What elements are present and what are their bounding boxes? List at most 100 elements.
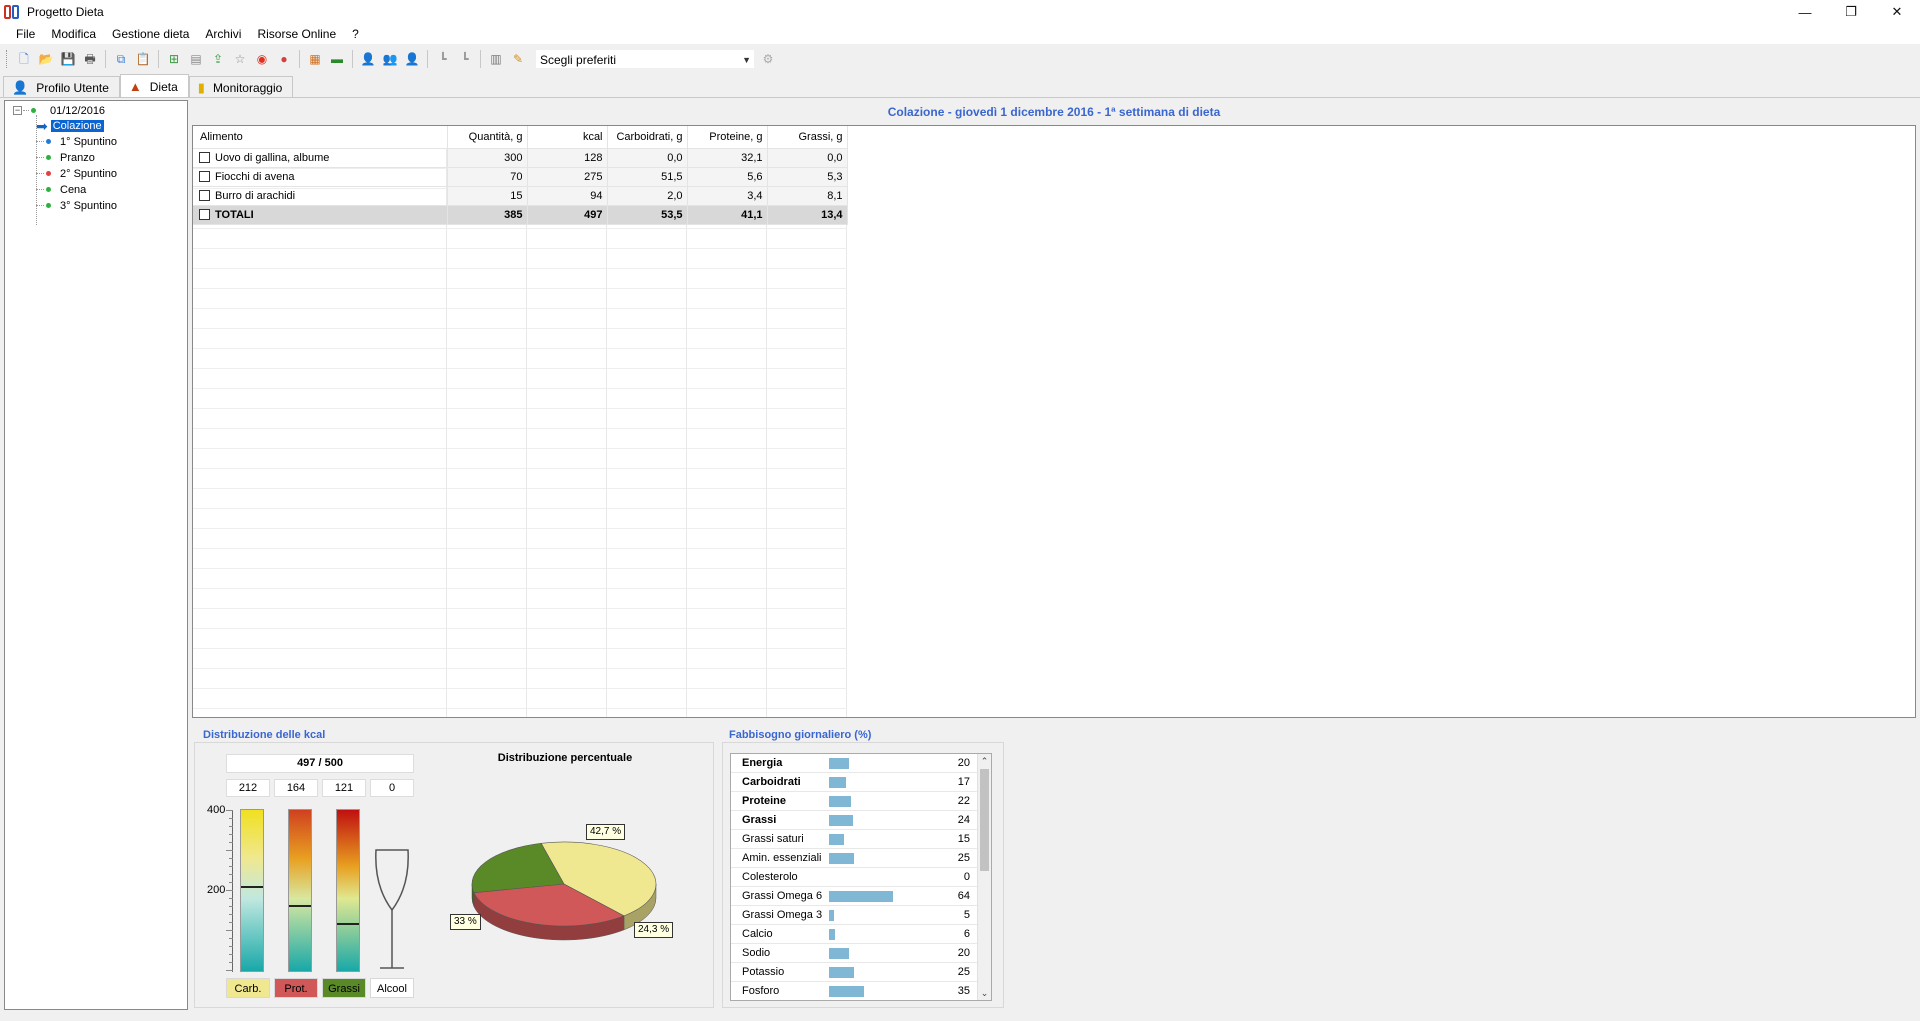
nutrient-row[interactable]: Amin. essenziali 25 [731,849,979,868]
fabbisogno-list[interactable]: ⌃ ⌄ Energia 20 Carboidrati 17 Proteine 22 Gras… [730,753,992,1001]
table-icon[interactable]: ▦ [306,50,324,68]
target-icon[interactable]: ◉ [253,50,271,68]
nutrient-value: 6 [963,928,970,940]
pie-label-prot: 33 % [450,914,481,930]
nutrient-row[interactable]: Fosforo 35 [731,982,979,1000]
scrollbar[interactable]: ⌃ ⌄ [977,754,991,1000]
column-header-kcal[interactable]: kcal [527,126,608,149]
table-row[interactable]: Fiocchi di avena 70 275 51,5 5,6 5,3 [193,167,848,187]
scroll-up-icon[interactable]: ⌃ [978,754,991,768]
open-folder-icon[interactable]: 📂 [37,50,55,68]
favorites-select[interactable]: Scegli preferiti ▼ [535,49,755,69]
pie-label-grassi: 24,3 % [634,922,674,938]
dropdown-arrow-icon[interactable]: ▼ [742,50,751,70]
tool2-icon[interactable]: ┗ [456,50,474,68]
nutrient-bar [829,986,864,997]
tree-item-3-spuntino[interactable]: 3° Spuntino [36,198,117,213]
carb-bar [240,809,264,972]
nutrient-row[interactable]: Grassi saturi 15 [731,830,979,849]
edit-icon[interactable]: ✎ [509,50,527,68]
tab-monitoraggio[interactable]: ▮ Monitoraggio [188,76,294,98]
menu-help[interactable]: ? [344,24,367,44]
tree-item-1-spuntino[interactable]: 1° Spuntino [36,134,117,149]
meal-header: Colazione - giovedì 1 dicembre 2016 - 1ª… [887,105,1221,119]
print-icon[interactable]: 🖶 [81,50,99,68]
column-header-grassi[interactable]: Grassi, g [767,126,848,149]
nutrient-row[interactable]: Energia 20 [731,754,979,773]
menu-bar: File Modifica Gestione dieta Archivi Ris… [0,24,1920,44]
menu-modifica[interactable]: Modifica [43,24,104,44]
nutrient-row[interactable]: Carboidrati 17 [731,773,979,792]
add-food-icon[interactable]: ⊞ [165,50,183,68]
favorites-go-icon[interactable]: ⚙ [759,50,777,68]
table-row[interactable]: Uovo di gallina, albume 300 128 0,0 32,1… [193,148,848,168]
nutrient-name: Fosforo [742,985,780,997]
user-icon[interactable]: 👤 [359,50,377,68]
bars-icon[interactable]: ▬ [328,50,346,68]
users-icon[interactable]: 👥 [381,50,399,68]
column-header-carboidrati[interactable]: Carboidrati, g [607,126,688,149]
tree-item-2-spuntino[interactable]: 2° Spuntino [36,166,117,181]
nutrient-row[interactable]: Grassi 24 [731,811,979,830]
menu-risorse-online[interactable]: Risorse Online [249,24,344,44]
column-header-quantita[interactable]: Quantità, g [447,126,528,149]
menu-file[interactable]: File [8,24,43,44]
user-profile-icon: 👤 [12,79,29,95]
menu-archivi[interactable]: Archivi [197,24,249,44]
cell-carboidrati: 51,5 [607,167,688,187]
food-grid[interactable]: Alimento Quantità, g kcal Carboidrati, g… [192,125,1916,718]
favorite-icon[interactable]: ☆ [231,50,249,68]
row-checkbox[interactable] [199,190,210,202]
tree-collapse-icon[interactable]: − [13,106,22,115]
save-icon[interactable]: 💾 [59,50,77,68]
scroll-down-icon[interactable]: ⌄ [978,986,991,1000]
tab-dieta[interactable]: ▲ Dieta [119,74,189,98]
prot-bar [288,809,312,972]
user-gray-icon[interactable]: 👤 [403,50,421,68]
tree-item-cena[interactable]: Cena [36,182,86,197]
app-logo-icon [3,3,21,21]
tree-item-pranzo[interactable]: Pranzo [36,150,95,165]
tree-item-colazione[interactable]: ➡ Colazione [36,118,104,133]
toolbar-grip[interactable] [6,50,9,68]
nutrient-row[interactable]: Potassio 25 [731,963,979,982]
new-file-icon[interactable]: 🗋 [15,50,33,68]
nutrient-row[interactable]: Grassi Omega 6 64 [731,887,979,906]
export-icon[interactable]: ⇪ [209,50,227,68]
row-checkbox[interactable] [199,152,210,164]
tool-icon[interactable]: ┗ [434,50,452,68]
nutrient-row[interactable]: Calcio 6 [731,925,979,944]
cell-quantita[interactable]: 300 [447,148,528,168]
table-row[interactable]: Burro di arachidi 15 94 2,0 3,4 8,1 [193,186,848,206]
tree-item-label: Colazione [50,119,104,132]
column-header-alimento[interactable]: Alimento [193,126,448,149]
scrollbar-thumb[interactable] [980,769,989,871]
close-button[interactable]: ✕ [1874,0,1920,24]
minimize-button[interactable]: — [1782,0,1828,24]
tab-profilo-utente[interactable]: 👤 Profilo Utente [3,76,120,98]
nutrient-row[interactable]: Proteine 22 [731,792,979,811]
row-checkbox[interactable] [199,171,210,183]
cell-quantita[interactable]: 70 [447,167,528,187]
cell-quantita[interactable]: 15 [447,186,528,206]
gift-icon[interactable]: ▥ [487,50,505,68]
nutrient-row[interactable]: Sodio 20 [731,944,979,963]
paste-icon[interactable]: 📋 [134,50,152,68]
column-header-proteine[interactable]: Proteine, g [687,126,768,149]
restore-button[interactable]: ❐ [1828,0,1874,24]
nutrient-value: 24 [957,814,970,826]
meal-tree[interactable]: − 01/12/2016 ➡ Colazione 1° Spuntino Pra… [4,100,188,1010]
nutrient-row[interactable]: Colesterolo 0 [731,868,979,887]
menu-gestione-dieta[interactable]: Gestione dieta [104,24,197,44]
cell-grassi: 0,0 [767,148,848,168]
kcal-total-box: 497 / 500 [226,754,414,773]
legend-grassi: Grassi [322,978,366,998]
tree-date-node[interactable]: 01/12/2016 [31,103,105,118]
list-icon[interactable]: ▤ [187,50,205,68]
row-checkbox[interactable] [199,209,210,221]
nutrient-row[interactable]: Grassi Omega 3 5 [731,906,979,925]
chart-icon[interactable]: ● [275,50,293,68]
copy-icon[interactable]: ⧉ [112,50,130,68]
nutrient-name: Calcio [742,928,773,940]
legend-carb: Carb. [226,978,270,998]
